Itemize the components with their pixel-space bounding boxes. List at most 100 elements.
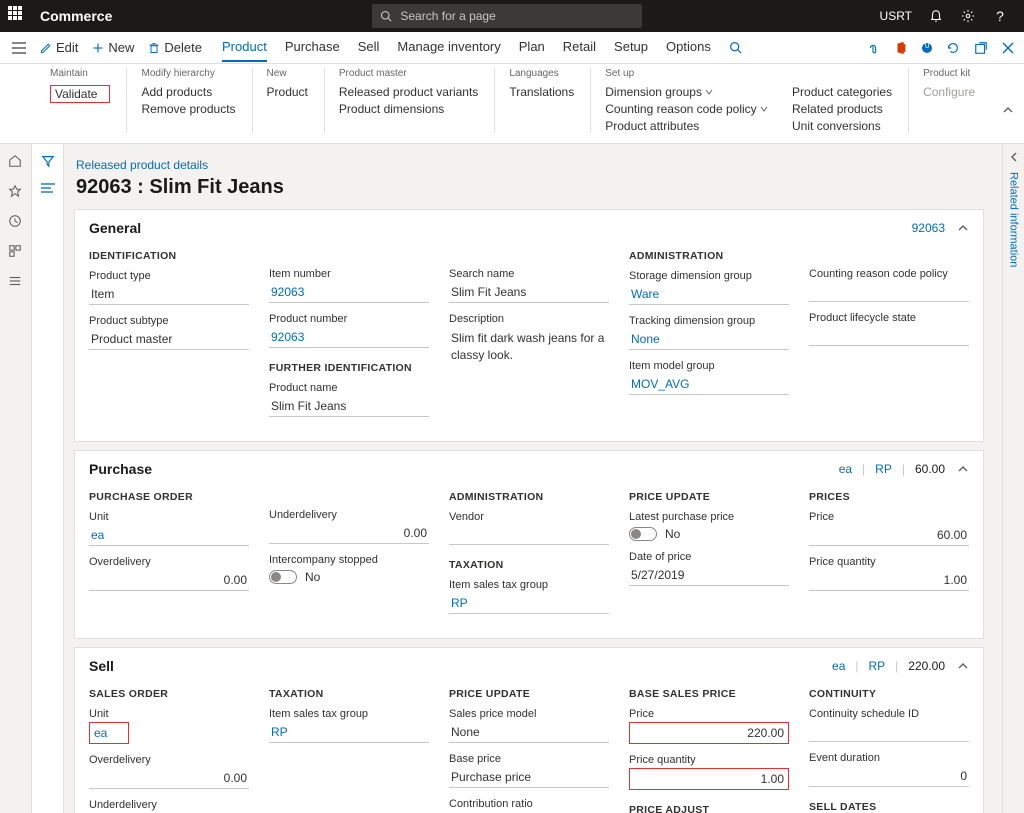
global-header: Commerce Search for a page USRT ? (0, 0, 1024, 32)
search-tab-icon[interactable] (729, 41, 742, 54)
popout-icon[interactable] (974, 41, 988, 55)
chevron-up-icon[interactable] (957, 660, 969, 672)
global-search[interactable]: Search for a page (372, 4, 642, 28)
tab-setup[interactable]: Setup (614, 33, 648, 62)
tab-plan[interactable]: Plan (519, 33, 545, 62)
tab-purchase[interactable]: Purchase (285, 33, 340, 62)
rightrail-expand-icon[interactable] (1009, 152, 1019, 162)
page-title: 92063 : Slim Fit Jeans (76, 176, 984, 199)
storage-dim-group-field[interactable]: Ware (629, 284, 789, 305)
bell-icon[interactable] (928, 8, 944, 24)
card-purchase: Purchase ea| RP| 60.00 PURCHASE ORDER Un… (74, 450, 984, 639)
card-purchase-header[interactable]: Purchase ea| RP| 60.00 (75, 451, 983, 487)
sell-istg-field[interactable]: RP (269, 722, 429, 743)
ribbon-group-modify: Modify hierarchy Add products Remove pro… (131, 68, 252, 133)
tab-product[interactable]: Product (222, 33, 267, 62)
card-sell: Sell ea| RP| 220.00 SALES ORDER Unitea O… (74, 647, 984, 813)
search-name-field[interactable]: Slim Fit Jeans (449, 282, 609, 303)
office-icon[interactable] (894, 41, 908, 55)
tracking-dim-group-field[interactable]: None (629, 329, 789, 350)
purchase-price-field[interactable]: 60.00 (809, 525, 969, 546)
vendor-field[interactable] (449, 525, 609, 545)
chevron-up-icon[interactable] (957, 463, 969, 475)
tab-options[interactable]: Options (666, 33, 711, 62)
modules-icon[interactable] (8, 274, 24, 290)
description-field[interactable]: Slim fit dark wash jeans for a classy lo… (449, 327, 609, 367)
counting-reason-policy-field[interactable] (809, 282, 969, 302)
purchase-overdelivery-field[interactable]: 0.00 (89, 570, 249, 591)
recent-icon[interactable] (8, 214, 24, 230)
action-bar: Edit New Delete Product Purchase Sell Ma… (0, 32, 1024, 64)
lifecycle-state-field[interactable] (809, 326, 969, 346)
general-summary-link[interactable]: 92063 (912, 221, 945, 235)
base-price-field[interactable]: Purchase price (449, 767, 609, 788)
sell-price-field[interactable]: 220.00 (629, 722, 789, 744)
validate-button[interactable]: Validate (50, 85, 110, 103)
released-variants-link[interactable]: Released product variants (339, 85, 478, 99)
product-type-field[interactable]: Item (89, 284, 249, 305)
new-product-link[interactable]: Product (267, 85, 308, 99)
sell-unit-field[interactable]: ea (89, 722, 129, 744)
product-name-field[interactable]: Slim Fit Jeans (269, 396, 429, 417)
related-products-link[interactable]: Related products (792, 102, 892, 116)
ribbon-group-new: New Product (257, 68, 325, 133)
new-action[interactable]: New (92, 40, 134, 55)
refresh-icon[interactable] (946, 41, 960, 55)
attach-icon[interactable] (866, 41, 880, 55)
filter-icon[interactable] (41, 154, 55, 168)
sell-price-qty-field[interactable]: 1.00 (629, 768, 789, 790)
sell-overdelivery-field[interactable]: 0.00 (89, 768, 249, 789)
remove-products-link[interactable]: Remove products (141, 102, 235, 116)
ribbon-group-maintain: Maintain Validate (40, 68, 127, 133)
card-sell-header[interactable]: Sell ea| RP| 220.00 (75, 648, 983, 684)
tab-retail[interactable]: Retail (563, 33, 596, 62)
related-information-tab[interactable]: Related information (1008, 172, 1020, 267)
intercompany-toggle[interactable]: No (269, 568, 429, 584)
help-icon[interactable]: ? (992, 8, 1008, 24)
ribbon-group-languages: Languages Translations (499, 68, 591, 133)
nav-collapse-icon[interactable] (12, 42, 26, 54)
user-label[interactable]: USRT (880, 9, 912, 23)
workspaces-icon[interactable] (8, 244, 24, 260)
app-launcher-icon[interactable] (8, 6, 28, 26)
purchase-dop-field[interactable]: 5/27/2019 (629, 565, 789, 586)
favorite-icon[interactable] (8, 184, 24, 200)
counting-reason-policy-link[interactable]: Counting reason code policy (605, 102, 768, 116)
event-duration-field[interactable]: 0 (809, 766, 969, 787)
delete-action[interactable]: Delete (148, 40, 202, 55)
purchase-istg-field[interactable]: RP (449, 593, 609, 614)
unit-conversions-link[interactable]: Unit conversions (792, 119, 892, 133)
home-icon[interactable] (8, 154, 24, 170)
sales-price-model-field[interactable]: None (449, 722, 609, 743)
continuity-schedule-field[interactable] (809, 722, 969, 742)
badge-icon[interactable]: 0 (922, 43, 932, 53)
purchase-price-qty-field[interactable]: 1.00 (809, 570, 969, 591)
translations-link[interactable]: Translations (509, 85, 574, 99)
product-dimensions-link[interactable]: Product dimensions (339, 102, 478, 116)
product-categories-link[interactable]: Product categories (792, 85, 892, 99)
breadcrumb[interactable]: Released product details (76, 158, 984, 172)
ribbon-collapse-icon[interactable] (1002, 104, 1014, 116)
purchase-unit-field[interactable]: ea (89, 525, 249, 546)
card-general-header[interactable]: General 92063 (75, 210, 983, 246)
add-products-link[interactable]: Add products (141, 85, 235, 99)
card-general: General 92063 IDENTIFICATION Product typ… (74, 209, 984, 442)
ribbon-group-master: Product master Released product variants… (329, 68, 495, 133)
dimension-groups-link[interactable]: Dimension groups (605, 85, 768, 99)
product-subtype-field[interactable]: Product master (89, 329, 249, 350)
chevron-up-icon[interactable] (957, 222, 969, 234)
item-number-field[interactable]: 92063 (269, 282, 429, 303)
search-icon (380, 10, 392, 22)
item-model-group-field[interactable]: MOV_AVG (629, 374, 789, 395)
latest-purchase-price-toggle[interactable]: No (629, 525, 789, 541)
ribbon-group-kit: Product kit Configure (913, 68, 991, 133)
tab-sell[interactable]: Sell (358, 33, 380, 62)
tab-manage-inventory[interactable]: Manage inventory (397, 33, 500, 62)
product-attributes-link[interactable]: Product attributes (605, 119, 768, 133)
close-icon[interactable] (1002, 42, 1014, 54)
edit-action[interactable]: Edit (40, 40, 78, 55)
gear-icon[interactable] (960, 8, 976, 24)
purchase-underdelivery-field[interactable]: 0.00 (269, 523, 429, 544)
list-lines-icon[interactable] (41, 182, 55, 194)
product-number-field[interactable]: 92063 (269, 327, 429, 348)
